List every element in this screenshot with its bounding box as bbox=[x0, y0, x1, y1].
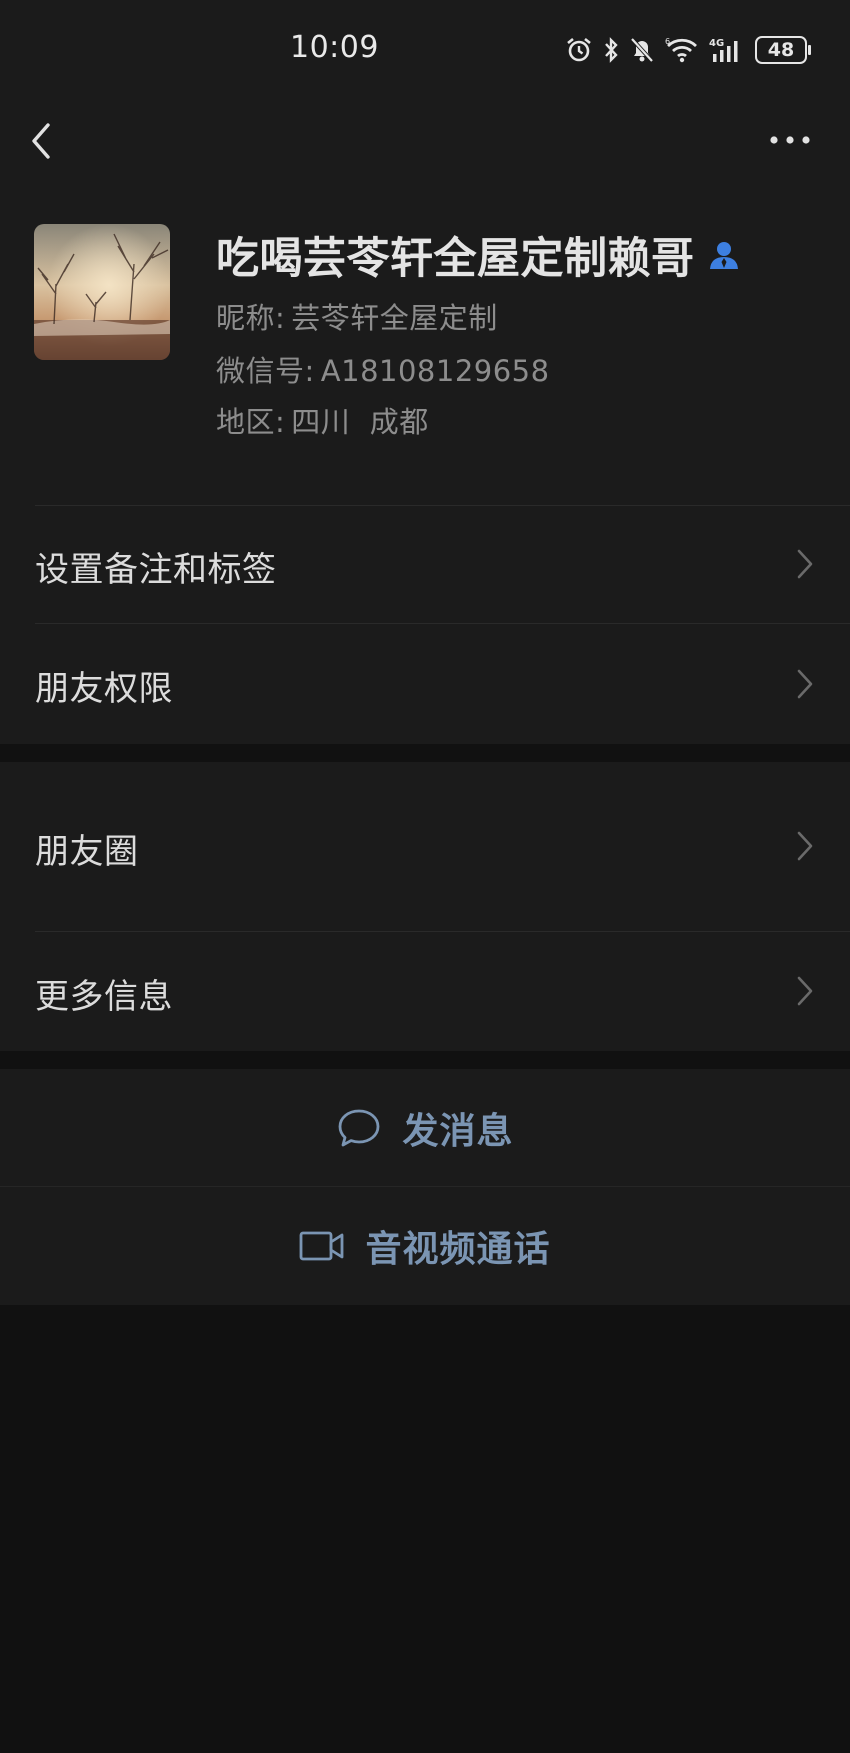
svg-text:4G: 4G bbox=[709, 38, 724, 49]
settings-group: 设置备注和标签 朋友权限 bbox=[0, 505, 850, 744]
chevron-right-icon bbox=[797, 669, 813, 699]
avatar-image bbox=[34, 224, 170, 360]
more-info-label: 更多信息 bbox=[35, 977, 173, 1017]
wifi-icon: 6 bbox=[665, 37, 697, 63]
4g-signal-icon: 4G bbox=[709, 38, 738, 62]
more-info-row[interactable]: 更多信息 bbox=[0, 932, 850, 1051]
nickname-value: 芸苓轩全屋定制 bbox=[291, 301, 498, 335]
chevron-right-icon bbox=[797, 831, 813, 861]
mute-bell-icon bbox=[630, 37, 654, 63]
av-call-button[interactable]: 音视频通话 bbox=[0, 1187, 850, 1305]
region-label: 地区: bbox=[216, 405, 286, 439]
status-bar: 10:09 6 4G 48 bbox=[0, 0, 850, 100]
remark-tags-row[interactable]: 设置备注和标签 bbox=[0, 505, 850, 623]
status-icons: 6 4G 48 bbox=[565, 33, 811, 67]
video-camera-icon bbox=[300, 1231, 344, 1261]
info-group: 朋友圈 更多信息 bbox=[0, 762, 850, 1051]
contact-profile-screen: 10:09 6 4G 48 吃喝芸苓轩全屋定制赖哥 昵称: 芸苓轩全屋定制 微信… bbox=[0, 0, 850, 1753]
friend-permissions-row[interactable]: 朋友权限 bbox=[0, 624, 850, 744]
send-message-button[interactable]: 发消息 bbox=[0, 1069, 850, 1186]
back-button[interactable] bbox=[22, 118, 62, 164]
avatar[interactable] bbox=[34, 224, 170, 360]
nickname-label: 昵称: bbox=[216, 301, 286, 335]
av-call-label: 音视频通话 bbox=[365, 1229, 551, 1270]
chat-bubble-icon bbox=[339, 1109, 380, 1146]
svg-text:6: 6 bbox=[665, 37, 670, 46]
chevron-left-icon bbox=[32, 123, 50, 159]
name-row: 吃喝芸苓轩全屋定制赖哥 bbox=[216, 225, 741, 285]
more-dots-icon bbox=[770, 136, 810, 144]
moments-label: 朋友圈 bbox=[35, 832, 139, 872]
battery-icon: 48 bbox=[755, 36, 811, 64]
friend-permissions-label: 朋友权限 bbox=[35, 669, 173, 709]
alarm-icon bbox=[567, 37, 591, 62]
region-value: 四川 成都 bbox=[291, 405, 429, 439]
chevron-right-icon bbox=[797, 976, 813, 1006]
chevron-right-icon bbox=[797, 549, 813, 579]
send-message-label: 发消息 bbox=[402, 1110, 514, 1152]
bluetooth-icon bbox=[605, 37, 618, 63]
region-line: 地区: 四川 成都 bbox=[216, 399, 429, 441]
wechat-id-label: 微信号: bbox=[216, 354, 315, 388]
wechat-id-line: 微信号: A18108129658 bbox=[216, 348, 550, 390]
display-name: 吃喝芸苓轩全屋定制赖哥 bbox=[216, 234, 695, 284]
nickname-line: 昵称: 芸苓轩全屋定制 bbox=[216, 295, 498, 337]
person-icon bbox=[709, 242, 738, 269]
remark-tags-label: 设置备注和标签 bbox=[35, 550, 277, 590]
wechat-id-value[interactable]: A18108129658 bbox=[321, 354, 550, 388]
actions-group: 发消息 音视频通话 bbox=[0, 1069, 850, 1305]
status-time: 10:09 bbox=[290, 30, 379, 65]
profile-header: 10:09 6 4G 48 吃喝芸苓轩全屋定制赖哥 昵称: 芸苓轩全屋定制 微信… bbox=[0, 0, 850, 505]
moments-row[interactable]: 朋友圈 bbox=[0, 762, 850, 931]
more-button[interactable] bbox=[765, 120, 815, 160]
battery-level: 48 bbox=[767, 39, 795, 61]
